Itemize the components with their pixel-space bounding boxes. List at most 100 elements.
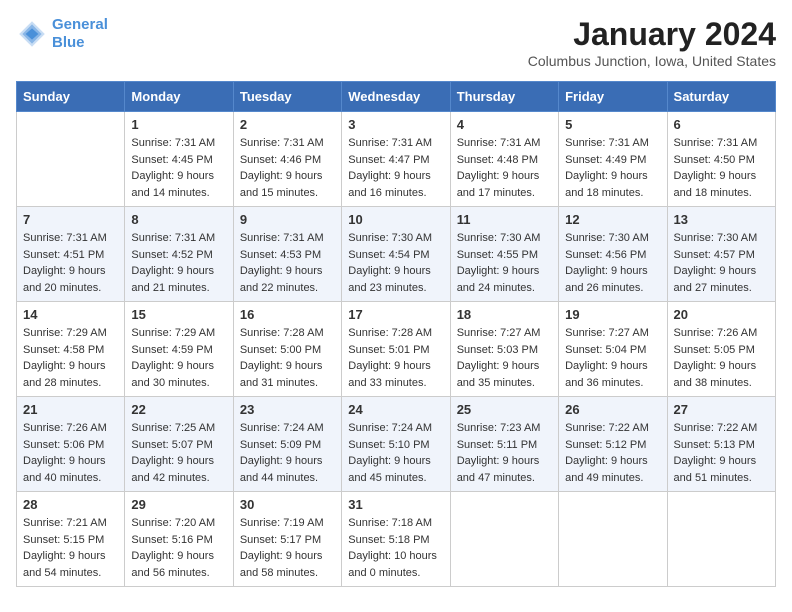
weekday-header: Saturday bbox=[667, 82, 775, 112]
day-info: Sunrise: 7:31 AMSunset: 4:46 PMDaylight:… bbox=[240, 135, 335, 201]
calendar-cell: 4 Sunrise: 7:31 AMSunset: 4:48 PMDaylight… bbox=[450, 112, 558, 207]
weekday-header: Sunday bbox=[17, 82, 125, 112]
calendar-cell: 21 Sunrise: 7:26 AMSunset: 5:06 PMDayligh… bbox=[17, 397, 125, 492]
day-number: 22 bbox=[131, 402, 226, 417]
day-info: Sunrise: 7:22 AMSunset: 5:12 PMDaylight:… bbox=[565, 420, 660, 486]
day-number: 29 bbox=[131, 497, 226, 512]
calendar-cell: 26 Sunrise: 7:22 AMSunset: 5:12 PMDayligh… bbox=[559, 397, 667, 492]
calendar-table: SundayMondayTuesdayWednesdayThursdayFrid… bbox=[16, 81, 776, 587]
calendar-week-row: 1 Sunrise: 7:31 AMSunset: 4:45 PMDaylight… bbox=[17, 112, 776, 207]
calendar-cell: 19 Sunrise: 7:27 AMSunset: 5:04 PMDayligh… bbox=[559, 302, 667, 397]
calendar-cell: 17 Sunrise: 7:28 AMSunset: 5:01 PMDayligh… bbox=[342, 302, 450, 397]
calendar-cell: 7 Sunrise: 7:31 AMSunset: 4:51 PMDaylight… bbox=[17, 207, 125, 302]
day-number: 15 bbox=[131, 307, 226, 322]
day-info: Sunrise: 7:21 AMSunset: 5:15 PMDaylight:… bbox=[23, 515, 118, 581]
calendar-cell: 13 Sunrise: 7:30 AMSunset: 4:57 PMDayligh… bbox=[667, 207, 775, 302]
calendar-cell: 1 Sunrise: 7:31 AMSunset: 4:45 PMDaylight… bbox=[125, 112, 233, 207]
day-number: 11 bbox=[457, 212, 552, 227]
day-info: Sunrise: 7:28 AMSunset: 5:00 PMDaylight:… bbox=[240, 325, 335, 391]
day-info: Sunrise: 7:26 AMSunset: 5:05 PMDaylight:… bbox=[674, 325, 769, 391]
calendar-cell bbox=[559, 492, 667, 587]
day-info: Sunrise: 7:19 AMSunset: 5:17 PMDaylight:… bbox=[240, 515, 335, 581]
day-number: 28 bbox=[23, 497, 118, 512]
day-info: Sunrise: 7:24 AMSunset: 5:09 PMDaylight:… bbox=[240, 420, 335, 486]
day-info: Sunrise: 7:30 AMSunset: 4:56 PMDaylight:… bbox=[565, 230, 660, 296]
calendar-cell: 28 Sunrise: 7:21 AMSunset: 5:15 PMDayligh… bbox=[17, 492, 125, 587]
day-number: 18 bbox=[457, 307, 552, 322]
calendar-cell: 2 Sunrise: 7:31 AMSunset: 4:46 PMDaylight… bbox=[233, 112, 341, 207]
calendar-cell: 30 Sunrise: 7:19 AMSunset: 5:17 PMDayligh… bbox=[233, 492, 341, 587]
day-number: 17 bbox=[348, 307, 443, 322]
day-number: 4 bbox=[457, 117, 552, 132]
calendar-cell bbox=[450, 492, 558, 587]
page-header: General Blue January 2024 Columbus Junct… bbox=[16, 16, 776, 69]
day-info: Sunrise: 7:28 AMSunset: 5:01 PMDaylight:… bbox=[348, 325, 443, 391]
calendar-cell: 20 Sunrise: 7:26 AMSunset: 5:05 PMDayligh… bbox=[667, 302, 775, 397]
day-number: 13 bbox=[674, 212, 769, 227]
calendar-cell: 29 Sunrise: 7:20 AMSunset: 5:16 PMDayligh… bbox=[125, 492, 233, 587]
calendar-cell: 15 Sunrise: 7:29 AMSunset: 4:59 PMDayligh… bbox=[125, 302, 233, 397]
day-info: Sunrise: 7:27 AMSunset: 5:03 PMDaylight:… bbox=[457, 325, 552, 391]
calendar-cell: 25 Sunrise: 7:23 AMSunset: 5:11 PMDayligh… bbox=[450, 397, 558, 492]
calendar-week-row: 7 Sunrise: 7:31 AMSunset: 4:51 PMDaylight… bbox=[17, 207, 776, 302]
day-info: Sunrise: 7:30 AMSunset: 4:57 PMDaylight:… bbox=[674, 230, 769, 296]
day-info: Sunrise: 7:29 AMSunset: 4:58 PMDaylight:… bbox=[23, 325, 118, 391]
calendar-cell bbox=[667, 492, 775, 587]
day-info: Sunrise: 7:23 AMSunset: 5:11 PMDaylight:… bbox=[457, 420, 552, 486]
day-info: Sunrise: 7:31 AMSunset: 4:48 PMDaylight:… bbox=[457, 135, 552, 201]
day-number: 26 bbox=[565, 402, 660, 417]
calendar-cell: 14 Sunrise: 7:29 AMSunset: 4:58 PMDayligh… bbox=[17, 302, 125, 397]
day-number: 7 bbox=[23, 212, 118, 227]
day-info: Sunrise: 7:27 AMSunset: 5:04 PMDaylight:… bbox=[565, 325, 660, 391]
day-number: 20 bbox=[674, 307, 769, 322]
calendar-cell: 5 Sunrise: 7:31 AMSunset: 4:49 PMDaylight… bbox=[559, 112, 667, 207]
calendar-cell: 10 Sunrise: 7:30 AMSunset: 4:54 PMDayligh… bbox=[342, 207, 450, 302]
calendar-header-row: SundayMondayTuesdayWednesdayThursdayFrid… bbox=[17, 82, 776, 112]
day-number: 5 bbox=[565, 117, 660, 132]
calendar-week-row: 14 Sunrise: 7:29 AMSunset: 4:58 PMDayligh… bbox=[17, 302, 776, 397]
calendar-cell: 11 Sunrise: 7:30 AMSunset: 4:55 PMDayligh… bbox=[450, 207, 558, 302]
day-info: Sunrise: 7:20 AMSunset: 5:16 PMDaylight:… bbox=[131, 515, 226, 581]
day-info: Sunrise: 7:31 AMSunset: 4:52 PMDaylight:… bbox=[131, 230, 226, 296]
day-number: 31 bbox=[348, 497, 443, 512]
day-info: Sunrise: 7:31 AMSunset: 4:53 PMDaylight:… bbox=[240, 230, 335, 296]
day-info: Sunrise: 7:18 AMSunset: 5:18 PMDaylight:… bbox=[348, 515, 443, 581]
day-info: Sunrise: 7:29 AMSunset: 4:59 PMDaylight:… bbox=[131, 325, 226, 391]
day-info: Sunrise: 7:31 AMSunset: 4:51 PMDaylight:… bbox=[23, 230, 118, 296]
day-number: 30 bbox=[240, 497, 335, 512]
calendar-cell: 27 Sunrise: 7:22 AMSunset: 5:13 PMDayligh… bbox=[667, 397, 775, 492]
day-number: 27 bbox=[674, 402, 769, 417]
day-number: 1 bbox=[131, 117, 226, 132]
day-info: Sunrise: 7:31 AMSunset: 4:45 PMDaylight:… bbox=[131, 135, 226, 201]
day-number: 14 bbox=[23, 307, 118, 322]
day-number: 23 bbox=[240, 402, 335, 417]
day-info: Sunrise: 7:25 AMSunset: 5:07 PMDaylight:… bbox=[131, 420, 226, 486]
calendar-cell bbox=[17, 112, 125, 207]
calendar-cell: 3Sunrise: 7:31 AMSunset: 4:47 PMDaylight… bbox=[342, 112, 450, 207]
day-number: 6 bbox=[674, 117, 769, 132]
calendar-cell: 24Sunrise: 7:24 AMSunset: 5:10 PMDayligh… bbox=[342, 397, 450, 492]
day-number: 24 bbox=[348, 402, 443, 417]
logo-icon bbox=[16, 18, 48, 50]
day-info: Sunrise: 7:22 AMSunset: 5:13 PMDaylight:… bbox=[674, 420, 769, 486]
day-number: 21 bbox=[23, 402, 118, 417]
calendar-cell: 9Sunrise: 7:31 AMSunset: 4:53 PMDaylight… bbox=[233, 207, 341, 302]
day-info: Sunrise: 7:31 AMSunset: 4:47 PMDaylight:… bbox=[348, 135, 443, 201]
title-block: January 2024 Columbus Junction, Iowa, Un… bbox=[528, 16, 776, 69]
day-info: Sunrise: 7:31 AMSunset: 4:49 PMDaylight:… bbox=[565, 135, 660, 201]
calendar-cell: 18 Sunrise: 7:27 AMSunset: 5:03 PMDayligh… bbox=[450, 302, 558, 397]
day-info: Sunrise: 7:26 AMSunset: 5:06 PMDaylight:… bbox=[23, 420, 118, 486]
day-number: 25 bbox=[457, 402, 552, 417]
calendar-cell: 23 Sunrise: 7:24 AMSunset: 5:09 PMDayligh… bbox=[233, 397, 341, 492]
day-number: 19 bbox=[565, 307, 660, 322]
day-info: Sunrise: 7:30 AMSunset: 4:55 PMDaylight:… bbox=[457, 230, 552, 296]
day-number: 16 bbox=[240, 307, 335, 322]
day-info: Sunrise: 7:30 AMSunset: 4:54 PMDaylight:… bbox=[348, 230, 443, 296]
calendar-cell: 22 Sunrise: 7:25 AMSunset: 5:07 PMDayligh… bbox=[125, 397, 233, 492]
day-number: 10 bbox=[348, 212, 443, 227]
day-number: 2 bbox=[240, 117, 335, 132]
weekday-header: Thursday bbox=[450, 82, 558, 112]
day-info: Sunrise: 7:31 AMSunset: 4:50 PMDaylight:… bbox=[674, 135, 769, 201]
weekday-header: Wednesday bbox=[342, 82, 450, 112]
calendar-cell: 6 Sunrise: 7:31 AMSunset: 4:50 PMDaylight… bbox=[667, 112, 775, 207]
